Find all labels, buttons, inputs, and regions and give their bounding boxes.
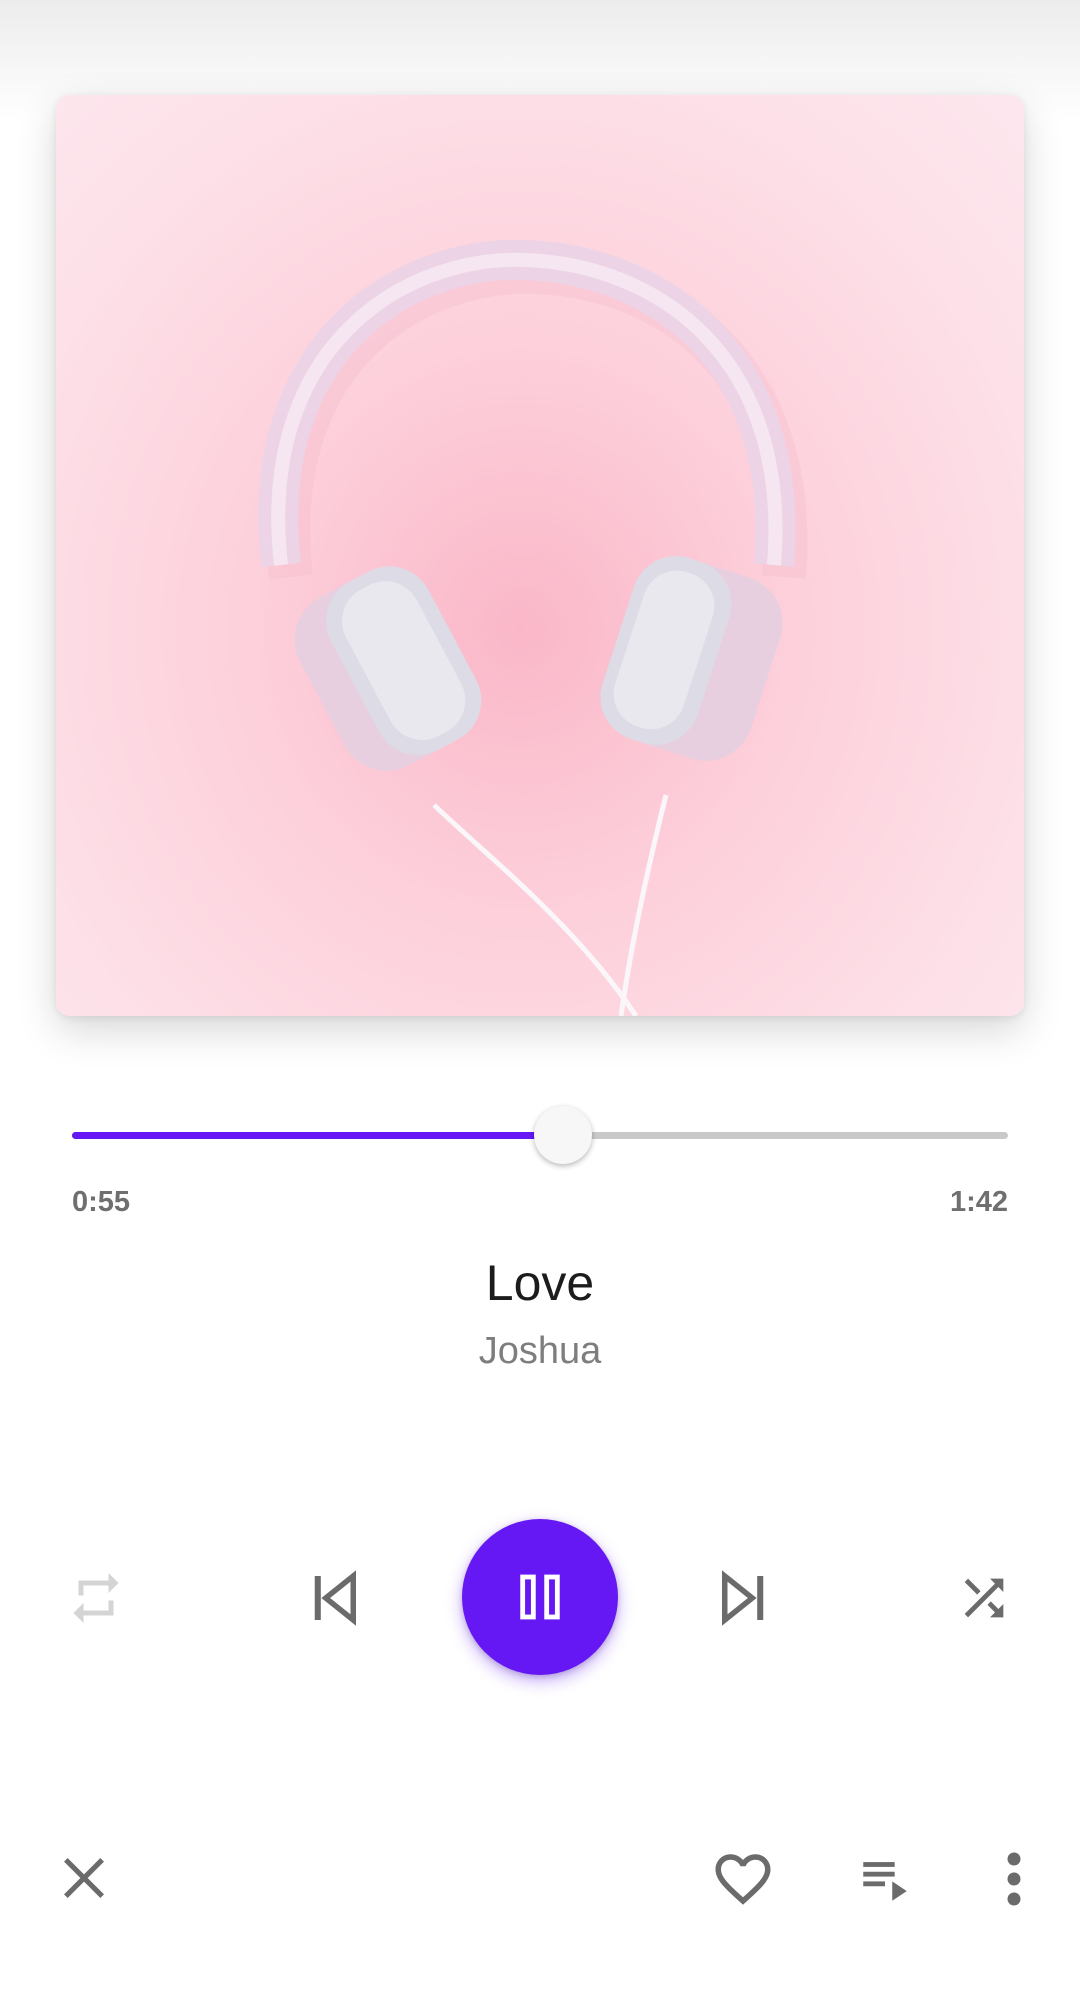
shuffle-icon xyxy=(964,1578,1004,1618)
seek-thumb[interactable] xyxy=(534,1106,592,1164)
next-button[interactable] xyxy=(706,1560,782,1636)
favorite-button[interactable] xyxy=(708,1844,778,1914)
elapsed-time: 0:55 xyxy=(72,1186,131,1218)
more-options-button[interactable] xyxy=(984,1846,1044,1912)
skip-next-icon xyxy=(722,1570,764,1626)
heart-outline-icon xyxy=(715,1854,771,1905)
more-vertical-icon xyxy=(1007,1852,1021,1906)
total-duration: 1:42 xyxy=(949,1186,1008,1218)
queue-music-icon xyxy=(863,1862,907,1901)
play-pause-button[interactable] xyxy=(462,1519,618,1675)
repeat-button[interactable] xyxy=(62,1564,130,1632)
previous-button[interactable] xyxy=(296,1560,372,1636)
close-button[interactable] xyxy=(52,1846,116,1910)
song-title: Love xyxy=(485,1255,595,1311)
queue-button[interactable] xyxy=(852,1846,918,1912)
shuffle-button[interactable] xyxy=(950,1564,1018,1632)
close-icon xyxy=(64,1858,104,1898)
skip-previous-icon xyxy=(314,1570,356,1626)
pause-icon xyxy=(520,1574,560,1620)
seek-bar[interactable] xyxy=(72,1106,1008,1164)
headphones-illustration xyxy=(258,239,808,1016)
repeat-icon xyxy=(73,1573,119,1623)
seek-progress xyxy=(72,1132,563,1139)
album-artwork xyxy=(56,95,1024,1016)
song-artist: Joshua xyxy=(478,1330,602,1372)
